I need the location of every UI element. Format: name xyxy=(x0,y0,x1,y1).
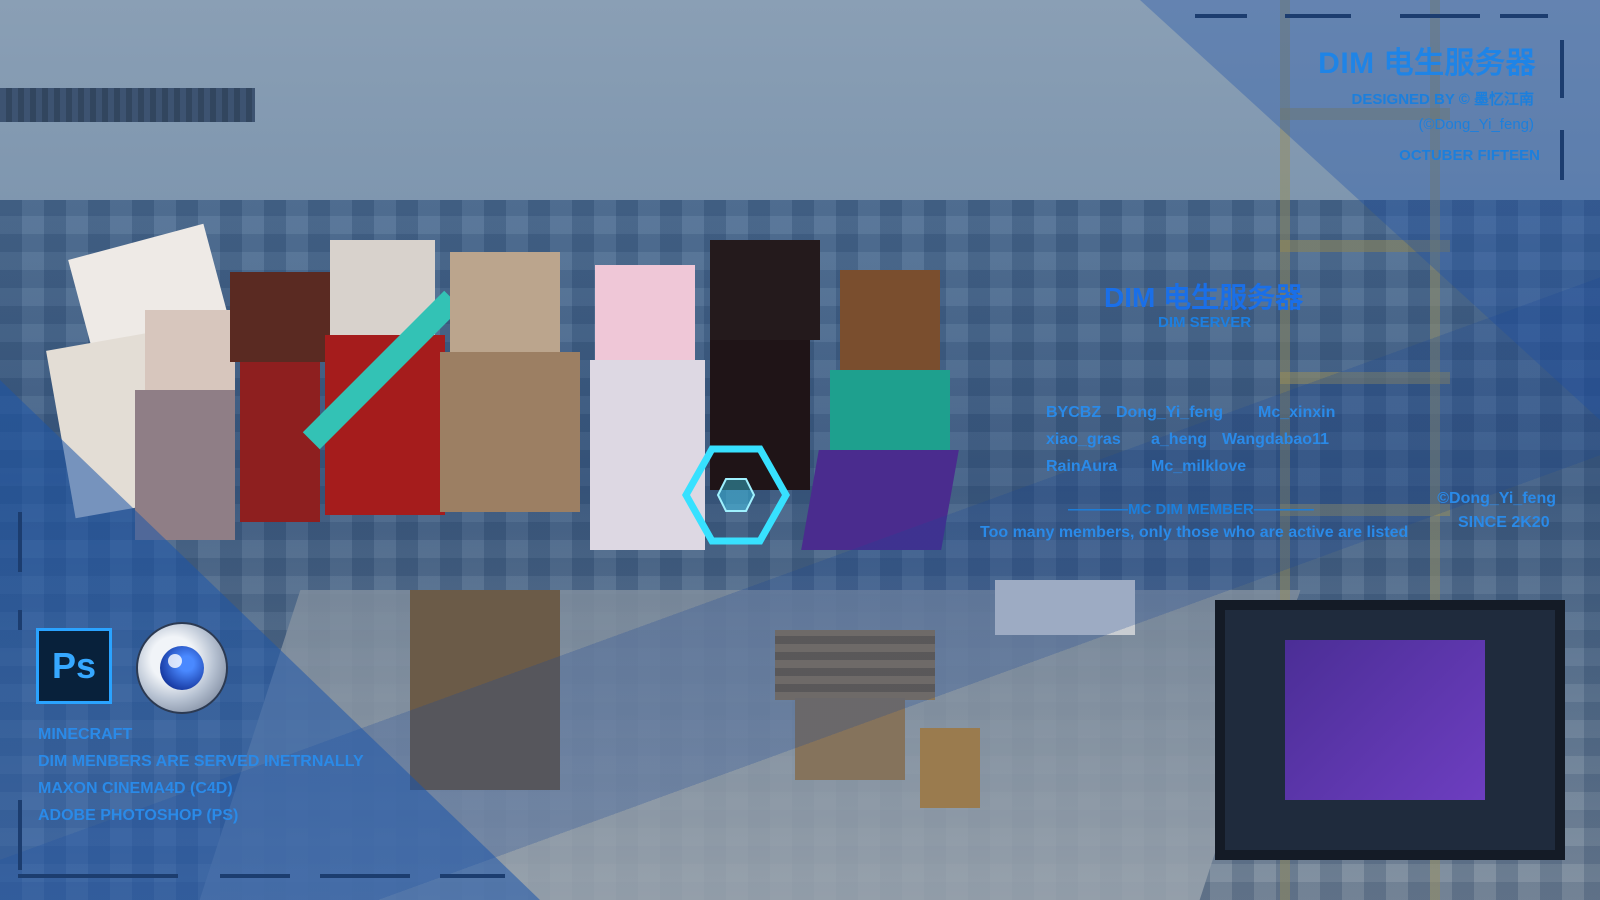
member-name: BYCBZ xyxy=(1046,404,1102,421)
signature-author: ©Dong_Yi_feng xyxy=(1437,490,1556,507)
center-subtitle: DIM SERVER xyxy=(1158,314,1252,331)
photoshop-icon: Ps xyxy=(36,628,112,704)
member-list: BYCBZ Dong_Yi_feng Mc_xinxin xiao_gras a… xyxy=(1046,404,1408,485)
member-name: Wangdabao11 xyxy=(1222,431,1329,448)
member-row: xiao_gras a_heng Wangdabao11 xyxy=(1046,431,1408,458)
member-note: Too many members, only those who are act… xyxy=(980,524,1409,541)
frame-dash xyxy=(1195,14,1247,18)
center-title: DIM 电生服务器 xyxy=(1104,282,1304,313)
designed-by-text: DESIGNED BY © 墨忆江南 xyxy=(1351,91,1534,108)
header-title: DIM 电生服务器 xyxy=(1318,47,1536,80)
member-row: RainAura Mc_milklove xyxy=(1046,458,1408,485)
member-heading: ————MC DIM MEMBER———— xyxy=(1068,501,1314,518)
tool-line-ps: ADOBE PHOTOSHOP (PS) xyxy=(38,807,239,824)
frame-dash xyxy=(1400,14,1480,18)
frame-dash xyxy=(18,610,22,630)
tool-line-c4d: MAXON CINEMA4D (C4D) xyxy=(38,780,233,797)
tools-credits: MINECRAFT DIM MENBERS ARE SERVED INETRNA… xyxy=(38,721,364,829)
cinema4d-icon-core xyxy=(160,646,204,690)
member-name: Dong_Yi_feng xyxy=(1116,404,1223,421)
member-row: BYCBZ Dong_Yi_feng Mc_xinxin xyxy=(1046,404,1408,431)
frame-dash xyxy=(18,800,22,870)
frame-dash xyxy=(18,874,178,878)
cinema4d-icon-shine xyxy=(168,654,182,668)
cinema4d-icon xyxy=(136,622,228,714)
frame-dash xyxy=(440,874,505,878)
frame-dash xyxy=(220,874,290,878)
member-name: Mc_milklove xyxy=(1151,458,1247,475)
frame-dash xyxy=(1500,14,1548,18)
tool-line-members: DIM MENBERS ARE SERVED INETRNALLY xyxy=(38,753,364,770)
since-text: SINCE 2K20 xyxy=(1458,514,1550,531)
header-copyright: (©Dong_Yi_feng) xyxy=(1418,116,1534,133)
frame-dash xyxy=(1560,130,1564,180)
frame-dash xyxy=(1560,40,1564,98)
member-name: Mc_xinxin xyxy=(1258,404,1336,421)
frame-dash xyxy=(1285,14,1351,18)
frame-dash xyxy=(320,874,410,878)
tool-line-minecraft: MINECRAFT xyxy=(38,726,133,743)
frame-dash xyxy=(18,512,22,572)
member-name: RainAura xyxy=(1046,458,1118,475)
member-name: a_heng xyxy=(1151,431,1208,448)
date-text: OCTUBER FIFTEEN xyxy=(1399,147,1540,164)
member-name: xiao_gras xyxy=(1046,431,1121,448)
